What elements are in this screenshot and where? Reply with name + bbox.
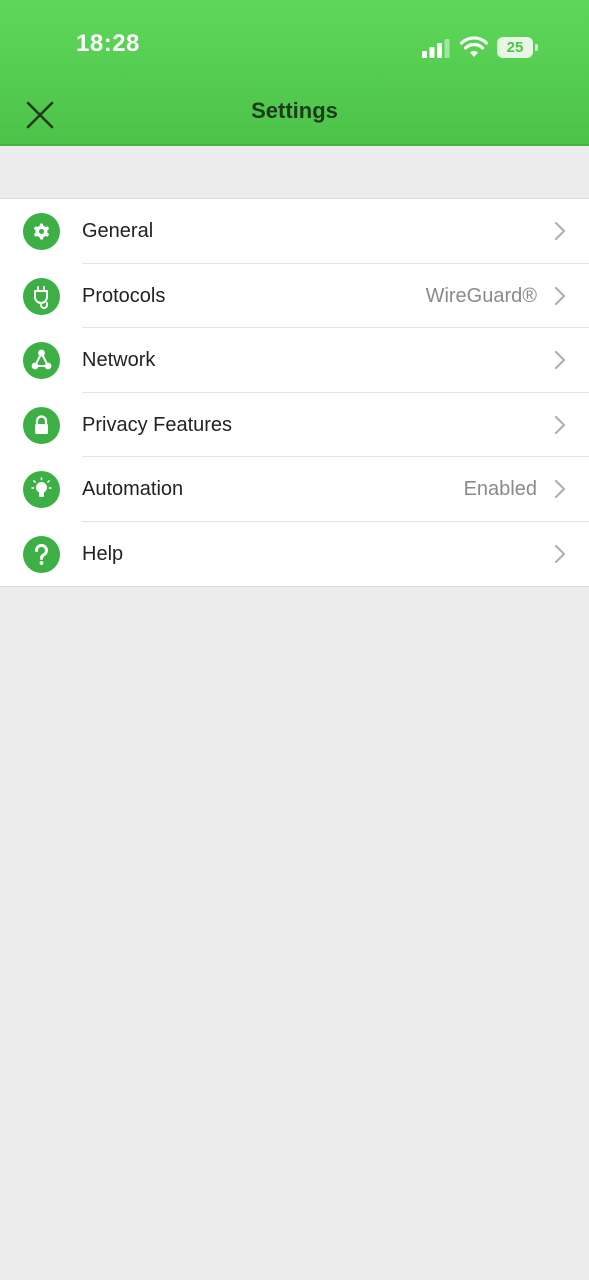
question-icon: [23, 535, 60, 573]
network-icon: [23, 342, 60, 379]
chevron-right-icon: [554, 221, 566, 241]
menu-item-help[interactable]: Help: [0, 522, 589, 587]
menu-item-label: Network: [82, 349, 156, 371]
page-title: Settings: [251, 98, 338, 123]
app-header: 18:28 25 Settings: [0, 0, 589, 146]
menu-item-label: General: [82, 220, 154, 242]
menu-item-protocols[interactable]: Protocols WireGuard®: [0, 264, 589, 328]
lightbulb-icon: [23, 471, 60, 508]
plug-icon: [23, 277, 60, 315]
chevron-right-icon: [554, 350, 566, 370]
menu-item-value: WireGuard®: [425, 284, 537, 307]
menu-item-label: Automation: [82, 478, 184, 500]
menu-item-value: Enabled: [463, 478, 537, 500]
menu-item-label: Help: [82, 542, 124, 565]
chevron-right-icon: [554, 286, 566, 305]
chevron-right-icon: [554, 415, 566, 434]
settings-menu: General Protocols WireGuard® Network Pri…: [0, 198, 589, 587]
gear-icon: [23, 213, 60, 250]
battery-indicator: 25: [497, 37, 533, 58]
chevron-right-icon: [554, 544, 566, 563]
battery-nub: [535, 44, 538, 51]
menu-item-automation[interactable]: Automation Enabled: [0, 457, 589, 522]
status-time: 18:28: [76, 30, 140, 57]
menu-item-general[interactable]: General: [0, 199, 589, 264]
wifi-icon: [460, 36, 488, 57]
menu-item-label: Protocols: [82, 284, 166, 307]
battery-level: 25: [506, 39, 524, 56]
menu-item-privacy-features[interactable]: Privacy Features: [0, 393, 589, 457]
cellular-signal-icon: [422, 39, 450, 58]
chevron-right-icon: [554, 479, 566, 499]
lock-icon: [23, 406, 60, 444]
menu-item-network[interactable]: Network: [0, 328, 589, 393]
menu-item-label: Privacy Features: [82, 413, 233, 436]
